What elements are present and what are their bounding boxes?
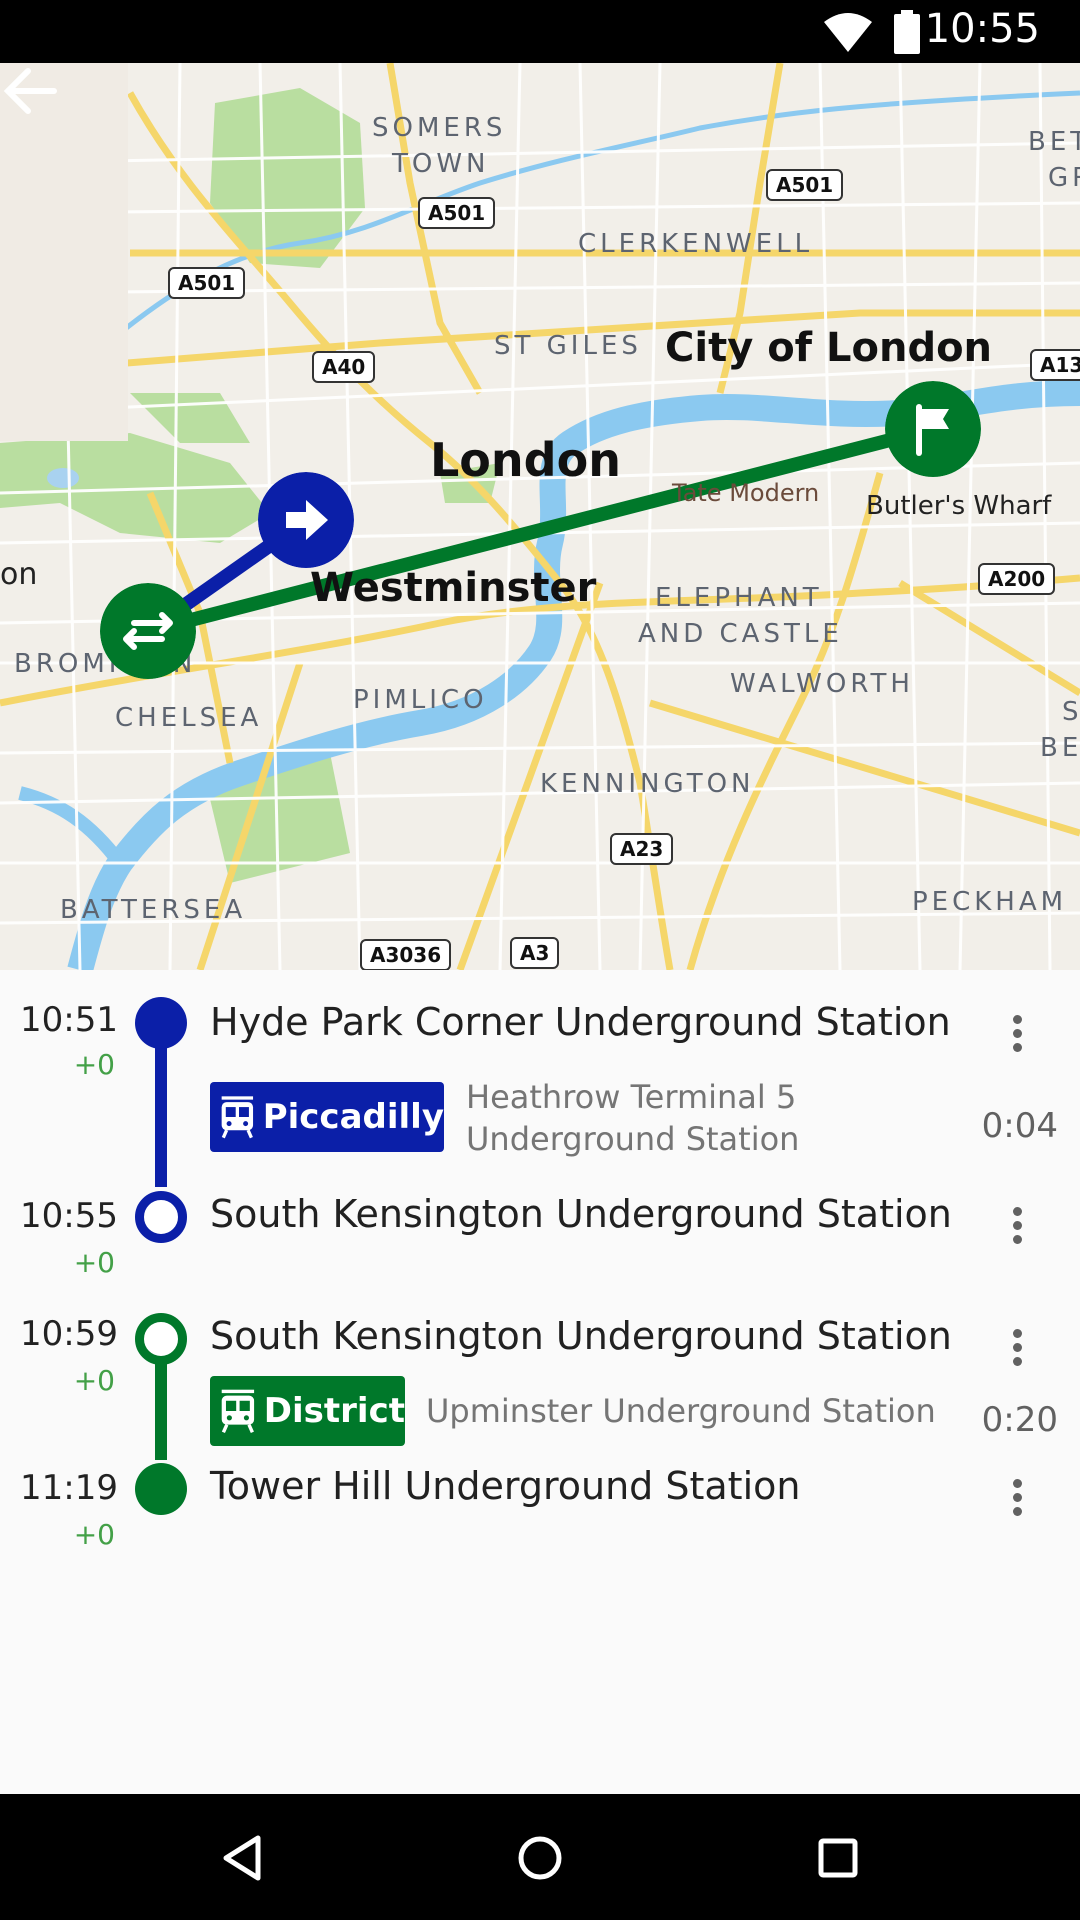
- arrival-time: 10:55: [20, 1196, 118, 1236]
- arrival-delay: +0: [73, 1518, 115, 1551]
- stop-dot-filled: [135, 997, 187, 1049]
- map-label-walworth: WALWORTH: [730, 669, 914, 699]
- line-badge-district[interactable]: District: [210, 1376, 405, 1446]
- stop-name[interactable]: Tower Hill Underground Station: [210, 1464, 800, 1508]
- wifi-icon: [824, 13, 872, 52]
- stop-dot-hollow: [135, 1191, 187, 1243]
- map-label-chelsea: CHELSEA: [115, 703, 263, 733]
- road-shield: A40: [312, 351, 376, 383]
- departure-time: 10:51: [20, 1000, 118, 1040]
- map-label-clerkenwell: CLERKENWELL: [578, 229, 814, 259]
- map-label-city-of-london: City of London: [665, 325, 993, 371]
- map-label-town: TOWN: [392, 149, 490, 179]
- map-label-somers: SOMERS: [372, 113, 507, 143]
- line-badge-piccadilly[interactable]: Piccadilly: [210, 1082, 444, 1152]
- status-bar: 10:55: [0, 0, 1080, 63]
- road-shield: A501: [168, 267, 246, 299]
- road-shield: A3036: [360, 939, 452, 970]
- map-label-peckham: PECKHAM: [912, 887, 1068, 917]
- road-shield: A3: [510, 937, 560, 969]
- map-label-butlers-wharf: Butler's Wharf: [866, 491, 1052, 521]
- road-shield: A23: [610, 833, 674, 865]
- arrival-time: 11:19: [20, 1468, 118, 1508]
- status-time: 10:55: [924, 6, 1040, 52]
- transfer-marker-icon[interactable]: [100, 583, 196, 679]
- headsign-line-2: Underground Station: [466, 1120, 800, 1158]
- departure-delay: +0: [73, 1048, 115, 1081]
- stop-overflow-menu-icon[interactable]: [1000, 1474, 1034, 1524]
- map-label-on: on: [0, 557, 38, 592]
- map-label-london: London: [430, 433, 621, 487]
- stop-overflow-menu-icon[interactable]: [1000, 1010, 1034, 1060]
- train-icon: [221, 1389, 255, 1433]
- departure-delay: +0: [73, 1364, 115, 1397]
- back-arrow-icon[interactable]: [0, 63, 60, 119]
- map-label-bet: BET: [1028, 127, 1080, 157]
- map-label-kennington: KENNINGTON: [540, 769, 755, 799]
- start-marker-icon[interactable]: [258, 472, 354, 568]
- stop-overflow-menu-icon[interactable]: [1000, 1202, 1034, 1252]
- nav-home-icon[interactable]: [510, 1828, 570, 1888]
- departure-time: 10:59: [20, 1314, 118, 1354]
- map-label-gr: GR: [1048, 163, 1080, 193]
- road-shield: A13: [1030, 349, 1080, 381]
- map-back-panel: [0, 63, 128, 441]
- road-shield: A200: [978, 563, 1056, 595]
- stop-name[interactable]: Hyde Park Corner Underground Station: [210, 1000, 951, 1044]
- trip-details: 10:51 +0 Hyde Park Corner Underground St…: [0, 970, 1080, 1794]
- nav-recents-icon[interactable]: [808, 1828, 868, 1888]
- stop-overflow-menu-icon[interactable]: [1000, 1324, 1034, 1374]
- map-label-and-castle: AND CASTLE: [638, 619, 843, 649]
- leg-duration: 0:04: [981, 1106, 1058, 1146]
- nav-back-icon[interactable]: [212, 1828, 272, 1888]
- destination-flag-icon[interactable]: [885, 381, 981, 477]
- line-name: Piccadilly: [262, 1097, 444, 1137]
- headsign: Heathrow Terminal 5 Underground Station: [466, 1076, 799, 1160]
- map-label-westminster: Westminster: [310, 565, 597, 611]
- system-nav-bar: [0, 1794, 1080, 1920]
- road-shield: A501: [766, 169, 844, 201]
- map-view[interactable]: SOMERS TOWN CLERKENWELL ST GILES City of…: [0, 63, 1080, 970]
- battery-icon: [894, 10, 920, 54]
- stop-name[interactable]: South Kensington Underground Station: [210, 1192, 952, 1236]
- map-label-pimlico: PIMLICO: [353, 685, 488, 715]
- map-label-tate-modern: Tate Modern: [672, 479, 820, 507]
- train-icon: [221, 1096, 254, 1139]
- arrival-delay: +0: [73, 1246, 115, 1279]
- stop-dot-filled: [135, 1463, 187, 1515]
- stop-dot-hollow: [135, 1313, 187, 1365]
- map-label-elephant: ELEPHANT: [655, 583, 823, 613]
- headsign-line-1: Upminster Underground Station: [426, 1392, 936, 1430]
- leg-duration: 0:20: [981, 1400, 1058, 1440]
- line-name: District: [263, 1391, 405, 1431]
- stop-name[interactable]: South Kensington Underground Station: [210, 1314, 952, 1358]
- road-shield: A501: [418, 197, 496, 229]
- map-label-bern: BERN: [1040, 733, 1080, 763]
- headsign-line-1: Heathrow Terminal 5: [466, 1078, 797, 1116]
- map-label-st-giles: ST GILES: [494, 331, 642, 361]
- map-label-battersea: BATTERSEA: [60, 895, 247, 925]
- map-label-s: S: [1062, 697, 1080, 727]
- headsign: Upminster Underground Station: [426, 1390, 936, 1432]
